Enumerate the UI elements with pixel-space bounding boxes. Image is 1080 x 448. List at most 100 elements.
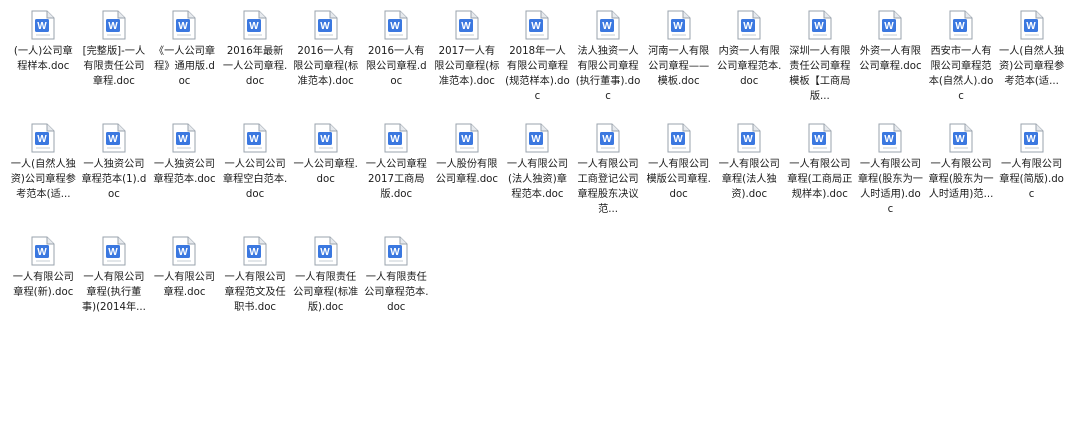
word-document-icon: W bbox=[525, 10, 549, 40]
file-name-label: 一人有限公司章程(工商局正规样本).doc bbox=[787, 159, 853, 200]
file-name-label: 一人公司公司章程空白范本.doc bbox=[222, 159, 288, 200]
file-item[interactable]: W 一人独资公司章程范本(1).doc bbox=[79, 119, 150, 232]
file-item[interactable]: W 一人有限公司章程(法人独资).doc bbox=[714, 119, 785, 232]
word-document-icon: W bbox=[314, 10, 338, 40]
svg-text:W: W bbox=[1026, 134, 1036, 145]
word-document-icon: W bbox=[31, 10, 55, 40]
file-name-label: 一人有限责任公司章程(标准版).doc bbox=[293, 272, 359, 313]
file-name-label: 外资一人有限公司章程.doc bbox=[859, 46, 922, 72]
file-item[interactable]: W 内资一人有限公司章程范本.doc bbox=[714, 6, 785, 119]
file-item[interactable]: W 一人有限责任公司章程范本.doc bbox=[361, 232, 432, 345]
file-name-label: 2017一人有限公司章程(标准范本).doc bbox=[434, 46, 500, 87]
file-item[interactable]: W 一人公司章程2017工商局版.doc bbox=[361, 119, 432, 232]
file-item[interactable]: W 一人有限公司章程.doc bbox=[149, 232, 220, 345]
file-item[interactable]: W 一人有限公司章程(股东为一人时适用)范... bbox=[926, 119, 997, 232]
file-grid: W (一人)公司章程样本.doc W [完整版]-一人有限责任公司章程.doc bbox=[8, 6, 1072, 345]
file-name-label: 一人有限公司章程(执行董事)(2014年... bbox=[81, 272, 146, 313]
file-item[interactable]: W 2018年一人有限公司章程(规范样本).doc bbox=[502, 6, 573, 119]
svg-text:W: W bbox=[814, 134, 824, 145]
file-item[interactable]: W 河南一人有限公司章程——模板.doc bbox=[643, 6, 714, 119]
file-item[interactable]: W 一人(自然人独资)公司章程参考范本(适... bbox=[8, 119, 79, 232]
file-item[interactable]: W 2016年最新一人公司章程.doc bbox=[220, 6, 291, 119]
file-item[interactable]: W 外资一人有限公司章程.doc bbox=[855, 6, 926, 119]
file-item[interactable]: W (一人)公司章程样本.doc bbox=[8, 6, 79, 119]
word-document-icon: W bbox=[384, 123, 408, 153]
file-item[interactable]: W 一人有限公司章程(简版).doc bbox=[996, 119, 1067, 232]
file-name-label: 一人有限公司章程.doc bbox=[153, 272, 216, 298]
file-name-label: 一人有限公司(法人独资)章程范本.doc bbox=[506, 159, 569, 200]
file-item[interactable]: W 一人公司章程.doc bbox=[290, 119, 361, 232]
word-document-icon: W bbox=[102, 123, 126, 153]
file-item[interactable]: W 2016一人有限公司章程(标准范本).doc bbox=[290, 6, 361, 119]
svg-text:W: W bbox=[1026, 21, 1036, 32]
word-document-icon: W bbox=[102, 10, 126, 40]
word-document-icon: W bbox=[1020, 123, 1044, 153]
file-item[interactable]: W 2016一人有限公司章程.doc bbox=[361, 6, 432, 119]
word-document-icon: W bbox=[808, 10, 832, 40]
file-item[interactable]: W 一人(自然人独资)公司章程参考范本(适... bbox=[996, 6, 1067, 119]
svg-text:W: W bbox=[249, 21, 259, 32]
file-name-label: 深圳一人有限责任公司章程模板【工商局版... bbox=[789, 46, 851, 102]
word-document-icon: W bbox=[878, 10, 902, 40]
file-name-label: 一人有限公司工商登记公司章程股东决议范... bbox=[577, 159, 639, 215]
svg-text:W: W bbox=[108, 21, 118, 32]
svg-text:W: W bbox=[249, 247, 259, 258]
file-item[interactable]: W [完整版]-一人有限责任公司章程.doc bbox=[79, 6, 150, 119]
file-item[interactable]: W 一人股份有限公司章程.doc bbox=[432, 119, 503, 232]
file-name-label: 一人有限责任公司章程范本.doc bbox=[364, 272, 429, 313]
file-name-label: 一人有限公司章程(新).doc bbox=[12, 272, 74, 298]
file-item[interactable]: W 2017一人有限公司章程(标准范本).doc bbox=[432, 6, 503, 119]
file-name-label: 一人(自然人独资)公司章程参考范本(适... bbox=[999, 46, 1065, 87]
file-name-label: 2016一人有限公司章程(标准范本).doc bbox=[293, 46, 359, 87]
word-document-icon: W bbox=[667, 10, 691, 40]
file-item[interactable]: W 西安市一人有限公司章程范本(自然人).doc bbox=[926, 6, 997, 119]
svg-text:W: W bbox=[744, 134, 754, 145]
file-item[interactable]: W 一人公司公司章程空白范本.doc bbox=[220, 119, 291, 232]
svg-text:W: W bbox=[38, 134, 48, 145]
word-document-icon: W bbox=[243, 123, 267, 153]
file-name-label: 一人独资公司章程范本(1).doc bbox=[81, 159, 147, 200]
svg-text:W: W bbox=[461, 134, 471, 145]
svg-text:W: W bbox=[249, 134, 259, 145]
file-item[interactable]: W 一人有限公司工商登记公司章程股东决议范... bbox=[573, 119, 644, 232]
svg-text:W: W bbox=[955, 134, 965, 145]
svg-text:W: W bbox=[955, 21, 965, 32]
file-item[interactable]: W 一人有限公司(法人独资)章程范本.doc bbox=[502, 119, 573, 232]
file-name-label: 内资一人有限公司章程范本.doc bbox=[717, 46, 782, 87]
word-document-icon: W bbox=[31, 123, 55, 153]
file-item[interactable]: W 一人有限责任公司章程(标准版).doc bbox=[290, 232, 361, 345]
file-item[interactable]: W 一人有限公司章程(新).doc bbox=[8, 232, 79, 345]
file-name-label: (一人)公司章程样本.doc bbox=[13, 46, 73, 72]
word-document-icon: W bbox=[596, 10, 620, 40]
word-document-icon: W bbox=[384, 10, 408, 40]
svg-text:W: W bbox=[391, 134, 401, 145]
file-item[interactable]: W 一人有限公司章程(执行董事)(2014年... bbox=[79, 232, 150, 345]
file-name-label: 一人公司章程.doc bbox=[293, 159, 358, 185]
file-item[interactable]: W 法人独资一人有限公司章程(执行董事).doc bbox=[573, 6, 644, 119]
file-name-label: 一人公司章程2017工商局版.doc bbox=[365, 159, 427, 200]
file-item[interactable]: W 一人有限公司章程范文及任职书.doc bbox=[220, 232, 291, 345]
file-item[interactable]: W 一人有限公司模版公司章程.doc bbox=[643, 119, 714, 232]
word-document-icon: W bbox=[949, 10, 973, 40]
file-name-label: 一人股份有限公司章程.doc bbox=[435, 159, 498, 185]
svg-text:W: W bbox=[532, 21, 542, 32]
file-name-label: 一人有限公司章程范文及任职书.doc bbox=[224, 272, 286, 313]
file-name-label: 《一人公司章程》通用版.doc bbox=[153, 46, 216, 87]
file-name-label: 一人有限公司章程(简版).doc bbox=[999, 159, 1064, 200]
file-item[interactable]: W 一人独资公司章程范本.doc bbox=[149, 119, 220, 232]
svg-text:W: W bbox=[814, 21, 824, 32]
word-document-icon: W bbox=[102, 236, 126, 266]
file-item[interactable]: W 《一人公司章程》通用版.doc bbox=[149, 6, 220, 119]
file-item[interactable]: W 一人有限公司章程(股东为一人时适用).doc bbox=[855, 119, 926, 232]
word-document-icon: W bbox=[667, 123, 691, 153]
file-name-label: 一人有限公司章程(股东为一人时适用)范... bbox=[928, 159, 994, 200]
svg-text:W: W bbox=[602, 134, 612, 145]
file-item[interactable]: W 一人有限公司章程(工商局正规样本).doc bbox=[785, 119, 856, 232]
word-document-icon: W bbox=[172, 10, 196, 40]
word-document-icon: W bbox=[525, 123, 549, 153]
file-item[interactable]: W 深圳一人有限责任公司章程模板【工商局版... bbox=[785, 6, 856, 119]
word-document-icon: W bbox=[31, 236, 55, 266]
svg-text:W: W bbox=[320, 247, 330, 258]
file-name-label: 2016年最新一人公司章程.doc bbox=[222, 46, 288, 87]
svg-text:W: W bbox=[885, 134, 895, 145]
